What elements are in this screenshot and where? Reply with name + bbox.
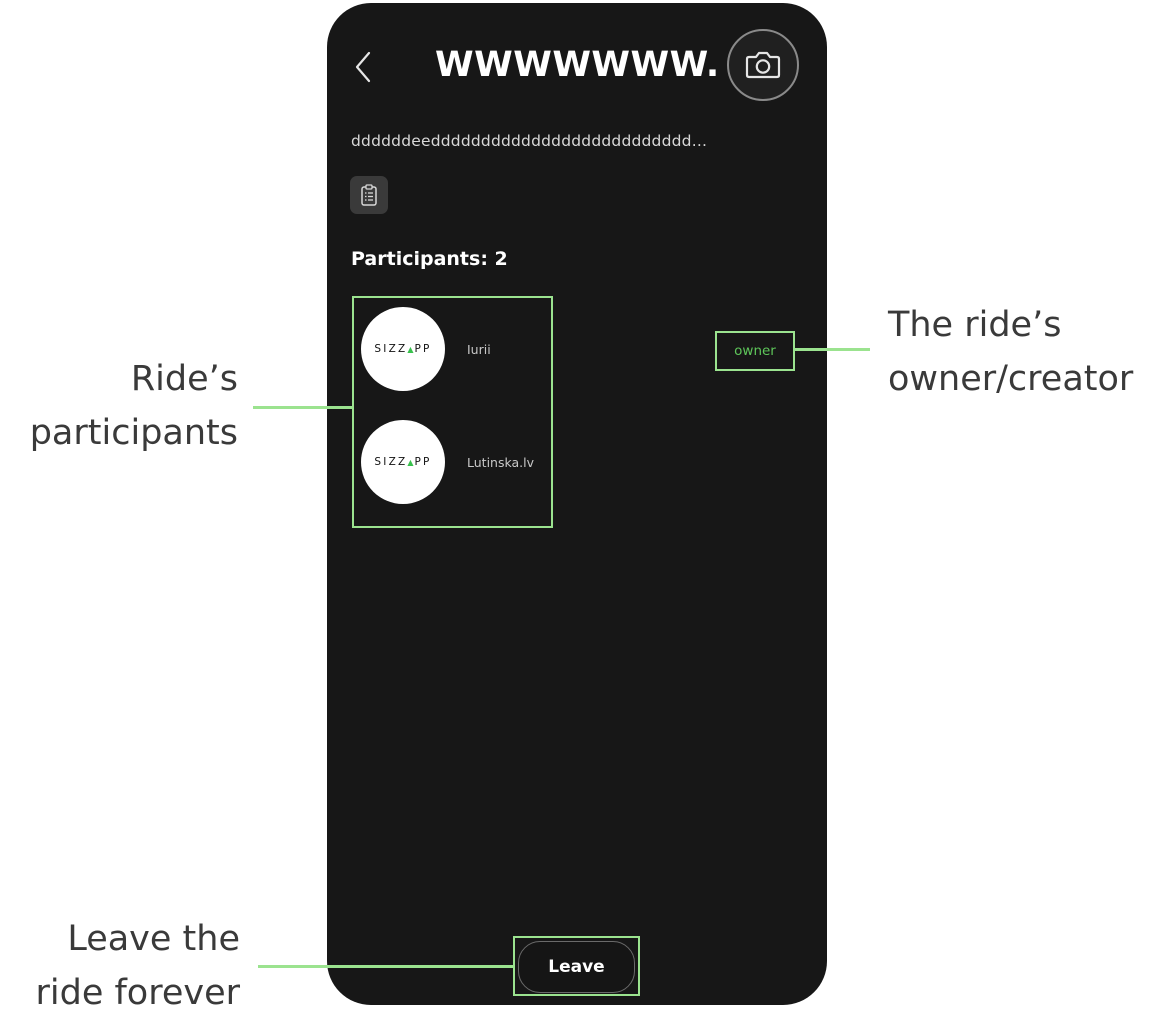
participants-callout-line2: participants (29, 413, 238, 453)
participants-callout: Ride’s participants (0, 352, 238, 460)
participant-name: Iurii (467, 341, 491, 357)
participant-item[interactable]: SIZZ▲PP Lutinska.lv (361, 420, 534, 504)
leave-button[interactable]: Leave (518, 941, 635, 993)
avatar-logo: SIZZ▲PP (374, 456, 432, 468)
participants-callout-line1: Ride’s (130, 359, 238, 399)
participant-name: Lutinska.lv (467, 454, 534, 470)
back-button[interactable] (349, 47, 377, 87)
leave-callout: Leave the ride forever (0, 912, 240, 1020)
owner-callout: The ride’s owner/creator (888, 298, 1173, 406)
participant-item[interactable]: SIZZ▲PP Iurii (361, 307, 491, 391)
owner-callout-line1: The ride’s (888, 305, 1062, 345)
phone-screen: WWWWWWW... ddddddeeddddddddddddddddddddd… (327, 3, 827, 1005)
clipboard-button[interactable] (350, 176, 388, 214)
avatar: SIZZ▲PP (361, 307, 445, 391)
leave-callout-line1: Leave the (67, 919, 240, 959)
owner-callout-line (795, 348, 870, 351)
participants-callout-line (253, 406, 353, 409)
owner-badge: owner (715, 331, 795, 371)
leave-callout-line2: ride forever (35, 973, 240, 1013)
owner-callout-line2: owner/creator (888, 359, 1134, 399)
chevron-left-icon (355, 51, 371, 83)
leave-callout-line (258, 965, 514, 968)
avatar: SIZZ▲PP (361, 420, 445, 504)
camera-button[interactable] (727, 29, 799, 101)
participants-heading: Participants: 2 (351, 248, 508, 270)
avatar-logo: SIZZ▲PP (374, 343, 432, 355)
clipboard-icon (361, 184, 377, 206)
ride-description: ddddddeedddddddddddddddddddddddddd... (351, 132, 708, 150)
ride-title: WWWWWWW... (435, 45, 720, 85)
camera-icon (745, 51, 781, 79)
